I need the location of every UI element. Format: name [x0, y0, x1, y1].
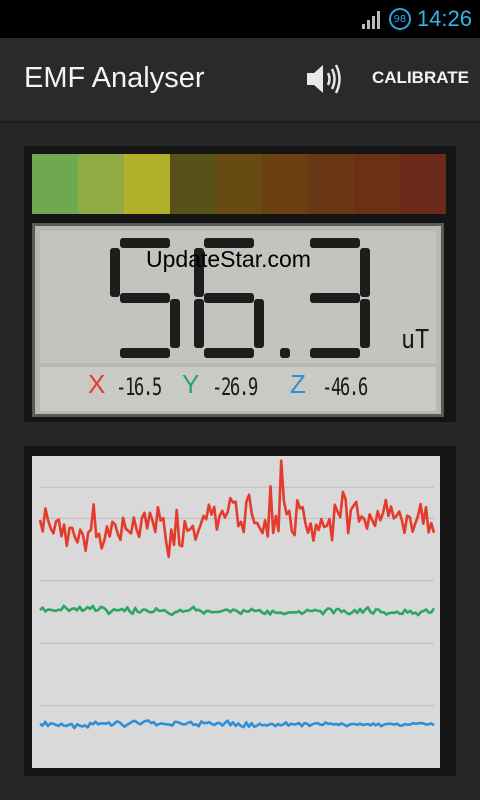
scale-segment [216, 154, 262, 214]
strength-scale [32, 154, 446, 214]
unit-label: uT [401, 324, 429, 353]
scale-segment [262, 154, 308, 214]
status-bar: 98 14:26 [0, 0, 480, 38]
series-line-y [39, 604, 436, 617]
unit-text: uT [401, 324, 429, 353]
axis-label-x: X [88, 369, 106, 399]
meter-panel: uT X -16.5 Y -26.9 Z -46.6 [24, 146, 456, 422]
axis-label-y: Y [182, 369, 200, 399]
status-clock: 14:26 [416, 6, 472, 31]
scale-segment [354, 154, 400, 214]
axis-value-x: -16.5 [116, 373, 162, 401]
scale-segment [124, 154, 170, 214]
sound-toggle-button[interactable] [302, 60, 344, 98]
axes-readout: X -16.5 Y -26.9 Z -46.6 [40, 367, 436, 411]
watermark: UpdateStar.com [146, 246, 311, 272]
signal-icon [361, 8, 383, 30]
scale-segment [170, 154, 216, 214]
history-graph [32, 456, 440, 768]
action-bar: EMF Analyser CALIBRATE [0, 38, 480, 123]
scale-segment [32, 154, 78, 214]
battery-icon: 98 [388, 8, 411, 30]
scale-segment [400, 154, 446, 214]
series-line-x [38, 459, 436, 559]
axis-label-z: Z [290, 369, 306, 399]
scale-segment [308, 154, 354, 214]
graph-panel [24, 446, 456, 776]
calibrate-button[interactable]: CALIBRATE [372, 68, 469, 88]
series-line-z [39, 719, 435, 730]
app-title: EMF Analyser [24, 62, 205, 94]
status-icons: 98 14:26 [361, 0, 472, 38]
scale-segment [78, 154, 124, 214]
axis-value-z: -46.6 [322, 373, 368, 401]
speaker-icon [307, 64, 341, 94]
reading-digit [310, 238, 370, 358]
axis-value-y: -26.9 [212, 373, 258, 401]
decimal-point [280, 348, 290, 358]
